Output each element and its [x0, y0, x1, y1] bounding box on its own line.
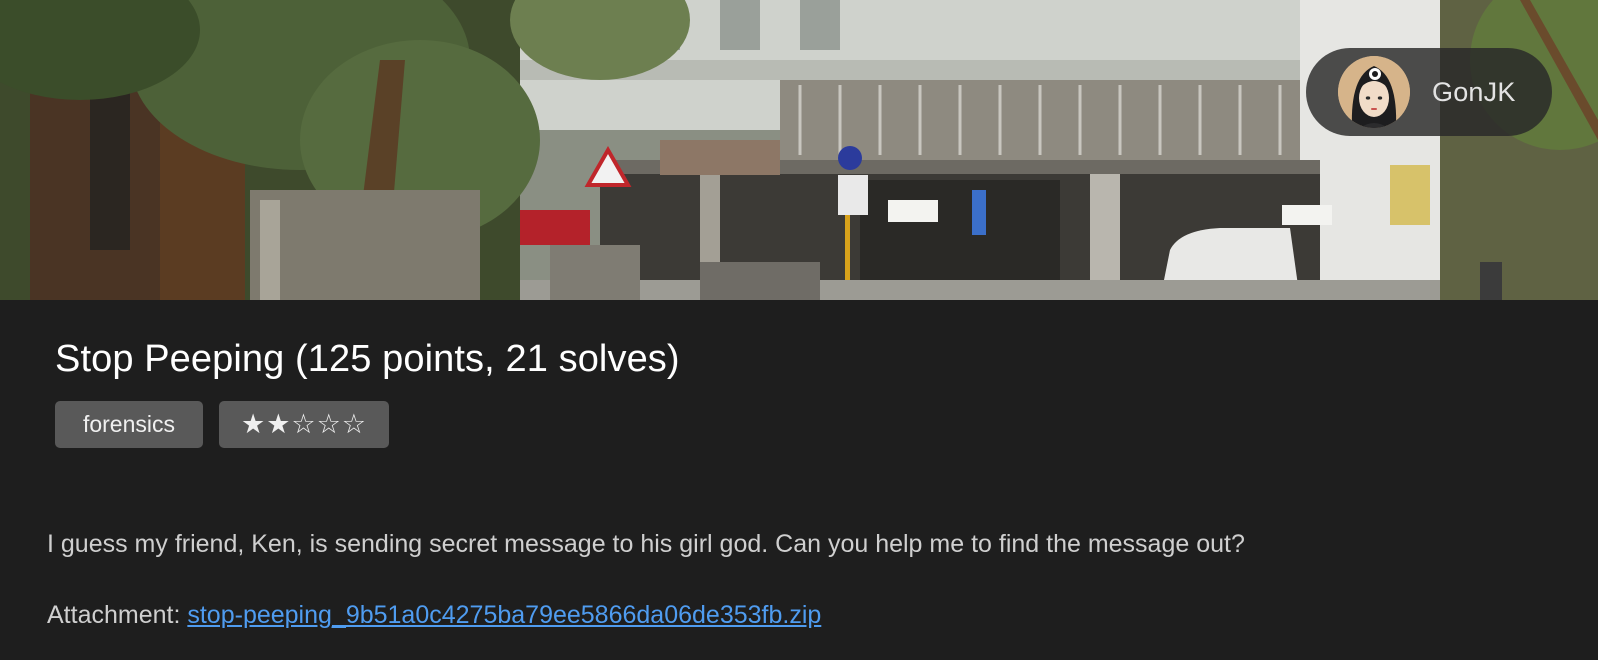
challenge-details: Stop Peeping (125 points, 21 solves) for… [0, 300, 1598, 660]
banner-image: GonJK [0, 0, 1598, 300]
challenge-title: Stop Peeping (125 points, 21 solves) [55, 338, 680, 380]
author-chip[interactable]: GonJK [1306, 48, 1552, 136]
avatar-girl-icon [1338, 56, 1410, 128]
attachment-line: Attachment: stop-peeping_9b51a0c4275ba79… [47, 601, 821, 630]
difficulty-tag: ★★☆☆☆ [219, 401, 389, 448]
attachment-link[interactable]: stop-peeping_9b51a0c4275ba79ee5866da06de… [187, 601, 821, 629]
street-photo-icon [0, 0, 1598, 300]
challenge-description: I guess my friend, Ken, is sending secre… [47, 530, 1245, 558]
author-name: GonJK [1432, 76, 1516, 107]
attachment-label: Attachment: [47, 601, 188, 629]
category-tag[interactable]: forensics [55, 401, 203, 448]
tag-list: forensics ★★☆☆☆ [55, 401, 389, 448]
